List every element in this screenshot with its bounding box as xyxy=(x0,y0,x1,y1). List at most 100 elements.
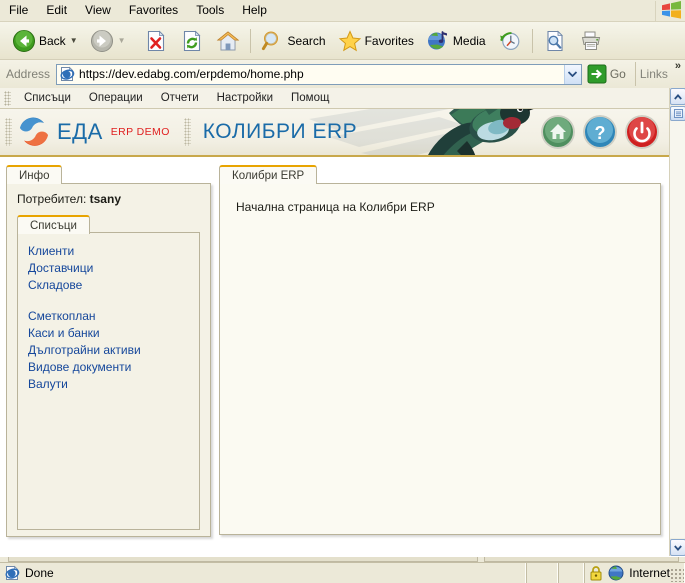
scroll-up-button[interactable] xyxy=(670,88,685,105)
erp-menu-nastroyki[interactable]: Настройки xyxy=(208,90,282,106)
forward-dropdown-caret[interactable]: ▼ xyxy=(118,36,126,45)
menu-item-file[interactable]: File xyxy=(0,1,37,20)
main-content: Колибри ERP Начална страница на Колибри … xyxy=(211,157,669,556)
page-scrollbar[interactable] xyxy=(669,88,685,556)
tab-info[interactable]: Инфо xyxy=(6,165,63,184)
tab-lists[interactable]: Списъци xyxy=(17,215,90,234)
window-resize-grip[interactable] xyxy=(670,568,684,582)
scrollbar-track[interactable] xyxy=(670,121,685,538)
stop-icon xyxy=(147,30,164,51)
sidebar-tabrow: Инфо xyxy=(6,163,211,184)
content-panel: Начална страница на Колибри ERP xyxy=(219,183,661,535)
forward-button[interactable]: ▼ xyxy=(84,25,132,57)
windows-logo-icon xyxy=(655,1,681,21)
sidebar-panel: Потребител: tsany Списъци Клиенти Достав… xyxy=(6,183,211,537)
address-dropdown-button[interactable] xyxy=(563,64,581,84)
eda-logo-icon xyxy=(20,117,48,146)
printer-icon xyxy=(581,31,600,50)
go-button[interactable]: Go xyxy=(582,62,633,86)
scroll-down-button[interactable] xyxy=(670,539,685,556)
sidebar-link-valuti[interactable]: Валути xyxy=(28,376,199,393)
links-label: Links xyxy=(639,67,668,81)
sidebar-subtabrow: Списъци xyxy=(17,213,200,234)
security-zone-label: Internet xyxy=(629,566,670,580)
back-dropdown-caret[interactable]: ▼ xyxy=(70,36,78,45)
sidebar-link-kasi-i-banki[interactable]: Каси и банки xyxy=(28,325,199,342)
menu-item-view[interactable]: View xyxy=(76,1,120,20)
browser-window: File Edit View Favorites Tools Help Back xyxy=(0,0,685,583)
sidebar-link-vidove-dokumenti[interactable]: Видове документи xyxy=(28,359,199,376)
lock-icon xyxy=(590,566,602,581)
scrollbar-thumb[interactable] xyxy=(670,106,685,121)
refresh-button[interactable] xyxy=(174,25,210,57)
menubar-grip-icon xyxy=(4,90,11,106)
erp-menu-operacii[interactable]: Операции xyxy=(80,90,152,106)
home-button[interactable] xyxy=(541,115,575,149)
chevron-down-icon xyxy=(568,71,578,77)
home-button[interactable] xyxy=(210,25,246,57)
menu-item-favorites[interactable]: Favorites xyxy=(120,1,187,20)
links-button[interactable]: Links xyxy=(634,62,672,86)
globe-icon xyxy=(608,565,624,581)
address-input[interactable] xyxy=(79,65,564,83)
menu-item-help[interactable]: Help xyxy=(233,1,276,20)
browser-addressbar: Address Go Links » xyxy=(0,60,685,88)
logout-button[interactable] xyxy=(625,115,659,149)
toolbar-separator-1 xyxy=(249,28,251,53)
help-button[interactable]: ? xyxy=(583,115,617,149)
media-button-label: Media xyxy=(452,33,486,48)
back-button[interactable]: Back ▼ xyxy=(6,25,84,57)
favorites-button[interactable]: Favorites xyxy=(332,25,420,57)
refresh-icon xyxy=(183,30,200,51)
sidebar: Инфо Потребител: tsany Списъци Клиенти Д… xyxy=(0,157,211,556)
search-button-label: Search xyxy=(287,33,326,48)
print-preview-icon xyxy=(547,30,563,51)
content-heading: Начална страница на Колибри ERP xyxy=(236,200,435,214)
browser-menubar: File Edit View Favorites Tools Help xyxy=(0,0,685,22)
address-input-container[interactable] xyxy=(56,63,582,85)
history-clock-icon xyxy=(499,31,520,50)
erp-page-body: Инфо Потребител: tsany Списъци Клиенти Д… xyxy=(0,157,669,556)
ie-page-icon xyxy=(60,66,75,81)
forward-arrow-icon xyxy=(90,29,113,52)
user-line: Потребител: tsany xyxy=(17,192,200,206)
status-progress-cell xyxy=(526,563,559,583)
sidebar-link-dalgotrayni-aktivi[interactable]: Дълготрайни активи xyxy=(28,342,199,359)
history-button[interactable] xyxy=(492,25,528,57)
browser-statusbar: Done Internet xyxy=(0,556,685,583)
user-prefix-label: Потребител: xyxy=(17,192,87,206)
go-arrow-icon xyxy=(587,64,607,84)
sidebar-link-smetkoplan[interactable]: Сметкоплан xyxy=(28,308,199,325)
eda-logo-text: ЕДА xyxy=(57,119,103,144)
back-button-label: Back xyxy=(39,33,66,48)
search-button[interactable]: Search xyxy=(255,25,332,57)
browser-toolbar: Back ▼ ▼ Search Favorites Media xyxy=(0,22,685,60)
print-button[interactable] xyxy=(573,25,609,57)
sidebar-link-dostavchici[interactable]: Доставчици xyxy=(28,260,199,277)
toolbar-overflow-chevron[interactable]: » xyxy=(675,60,681,72)
star-icon xyxy=(338,29,361,51)
stop-button[interactable] xyxy=(138,25,174,57)
sidebar-links-panel: Клиенти Доставчици Складове Сметкоплан К… xyxy=(17,232,200,530)
erp-menu-pomosht[interactable]: Помощ xyxy=(282,90,338,106)
house-icon xyxy=(216,30,239,50)
media-button[interactable]: Media xyxy=(420,25,492,57)
toolbar-separator-2 xyxy=(531,28,533,53)
mail-button[interactable] xyxy=(537,25,573,57)
menu-item-edit[interactable]: Edit xyxy=(37,1,76,20)
sidebar-link-klienti[interactable]: Клиенти xyxy=(28,243,199,260)
tab-kolibri-erp[interactable]: Колибри ERP xyxy=(219,165,318,184)
menu-item-tools[interactable]: Tools xyxy=(187,1,233,20)
erp-menu-otcheti[interactable]: Отчети xyxy=(152,90,208,106)
erp-demo-tag: ERP DEMO xyxy=(110,126,170,138)
search-icon xyxy=(261,31,278,50)
sidebar-links-divider xyxy=(28,294,199,308)
status-spare-cell xyxy=(558,563,585,583)
sidebar-link-skladove[interactable]: Складове xyxy=(28,277,199,294)
eda-logo[interactable]: ЕДА ERP DEMO xyxy=(17,115,170,149)
chevron-down-icon xyxy=(674,544,682,551)
app-title: КОЛИБРИ ERP xyxy=(202,120,358,143)
erp-menu-spisaci[interactable]: Списъци xyxy=(15,90,80,106)
page-viewport: Списъци Операции Отчети Настройки Помощ … xyxy=(0,88,669,556)
erp-banner: ЕДА ERP DEMO КОЛИБРИ ERP ? xyxy=(0,109,669,157)
